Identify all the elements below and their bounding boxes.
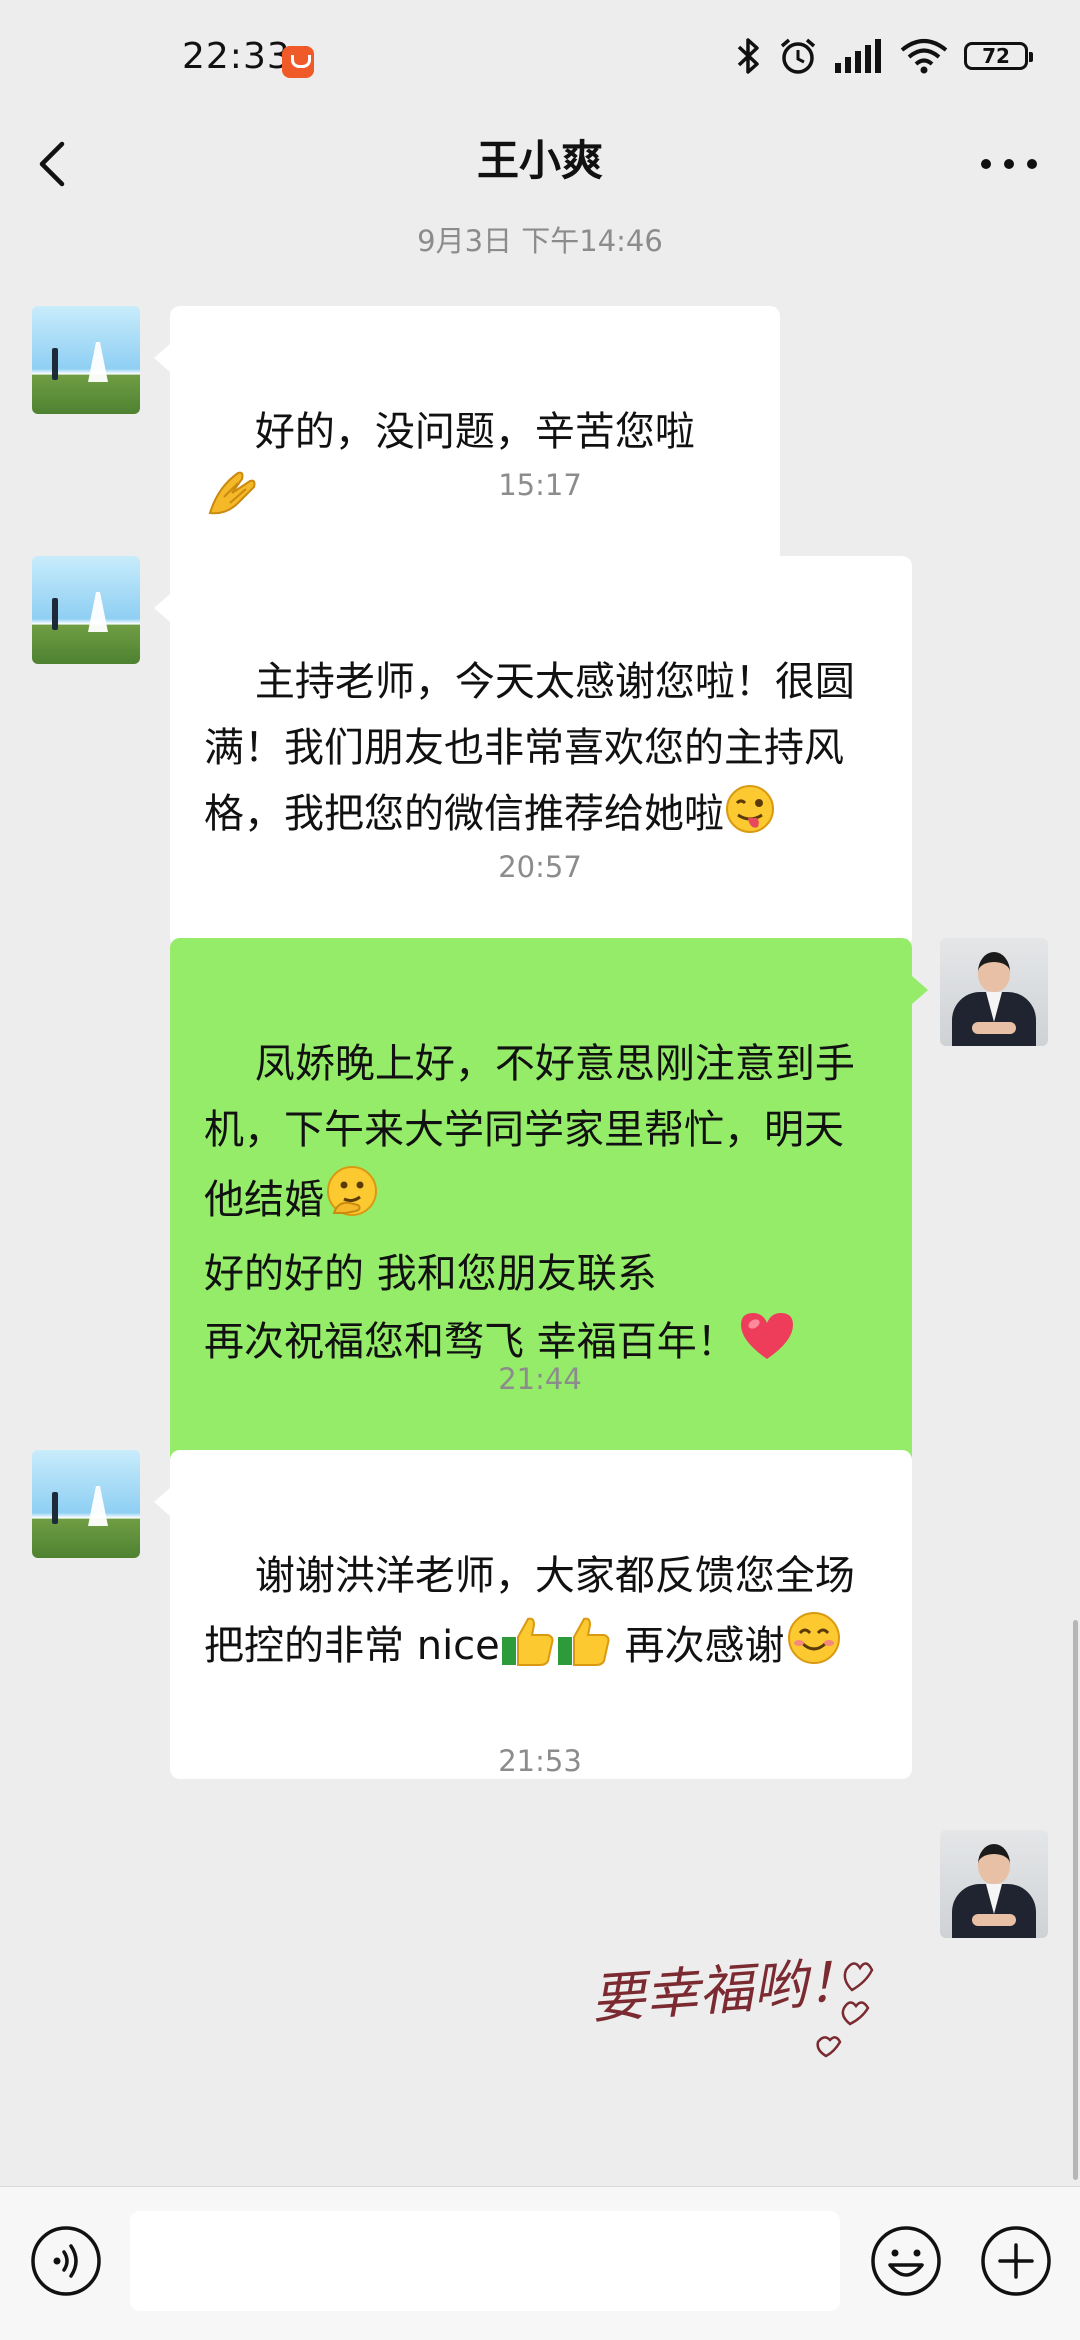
emoji-icon bbox=[871, 2226, 941, 2296]
timestamp-divider: 15:17 bbox=[498, 468, 582, 502]
thinking-hand-face-icon bbox=[324, 1163, 382, 1241]
alarm-icon bbox=[780, 38, 816, 74]
my-avatar[interactable] bbox=[940, 1830, 1048, 1938]
message-text: 好的，没问题，辛苦您啦 bbox=[254, 409, 695, 455]
message-text: 再次感谢 bbox=[611, 1623, 785, 1669]
my-avatar[interactable] bbox=[940, 938, 1048, 1046]
smiling-face-icon bbox=[785, 1609, 843, 1687]
plus-icon bbox=[981, 2226, 1051, 2296]
emoji-button[interactable] bbox=[868, 2223, 944, 2299]
timestamp-divider: 20:57 bbox=[498, 850, 582, 884]
battery-indicator: 72 bbox=[964, 42, 1033, 70]
more-options-button[interactable] bbox=[964, 128, 1054, 224]
signal-icon bbox=[835, 39, 881, 73]
winking-tongue-face-icon bbox=[724, 783, 776, 855]
back-button[interactable] bbox=[28, 128, 108, 224]
handwritten-sticker[interactable]: 要幸福哟！ bbox=[584, 1924, 914, 2074]
timestamp-divider: 21:53 bbox=[498, 1744, 582, 1778]
friend-avatar[interactable] bbox=[32, 306, 140, 414]
thumbs-up-icon bbox=[556, 1615, 612, 1687]
chat-header: 王小爽 bbox=[0, 120, 1080, 232]
friend-avatar[interactable] bbox=[32, 556, 140, 664]
scrollbar[interactable] bbox=[1073, 1620, 1078, 2180]
app-notification-icon bbox=[282, 46, 314, 78]
incoming-message-bubble[interactable]: 主持老师，今天太感谢您啦！很圆满！我们朋友也非常喜欢您的主持风格，我把您的微信推… bbox=[154, 556, 912, 947]
timestamp-divider: 21:44 bbox=[498, 1362, 582, 1396]
voice-input-button[interactable] bbox=[28, 2223, 104, 2299]
friend-avatar[interactable] bbox=[32, 1450, 140, 1558]
message-text: 再次祝福您和骛飞 幸福百年！ bbox=[204, 1319, 737, 1365]
message-input[interactable] bbox=[130, 2211, 840, 2311]
wifi-icon bbox=[900, 39, 948, 74]
more-functions-button[interactable] bbox=[978, 2223, 1054, 2299]
status-bar: 22:33 72 bbox=[0, 0, 1080, 120]
chat-title: 王小爽 bbox=[476, 136, 603, 185]
more-dots-icon bbox=[981, 159, 1037, 169]
message-text: 好的好的 我和您朋友联系 bbox=[204, 1251, 657, 1297]
thumbs-up-icon bbox=[500, 1615, 556, 1687]
timestamp-divider: 9月3日 下午14:46 bbox=[417, 224, 663, 258]
message-text: 凤娇晚上好，不好意思刚注意到手机，下午来大学同学家里帮忙，明天他结婚 bbox=[204, 1041, 855, 1223]
incoming-message-bubble[interactable]: 谢谢洪洋老师，大家都反馈您全场把控的非常 nice 再次感谢 bbox=[154, 1450, 912, 1779]
voice-icon bbox=[31, 2226, 101, 2296]
sticker-text: 要幸福哟！ bbox=[589, 1949, 863, 2031]
back-arrow-icon bbox=[39, 141, 65, 187]
status-icons: 72 bbox=[736, 32, 1033, 80]
status-time: 22:33 bbox=[182, 36, 291, 77]
bluetooth-icon bbox=[737, 38, 759, 74]
input-bar bbox=[0, 2186, 1080, 2340]
